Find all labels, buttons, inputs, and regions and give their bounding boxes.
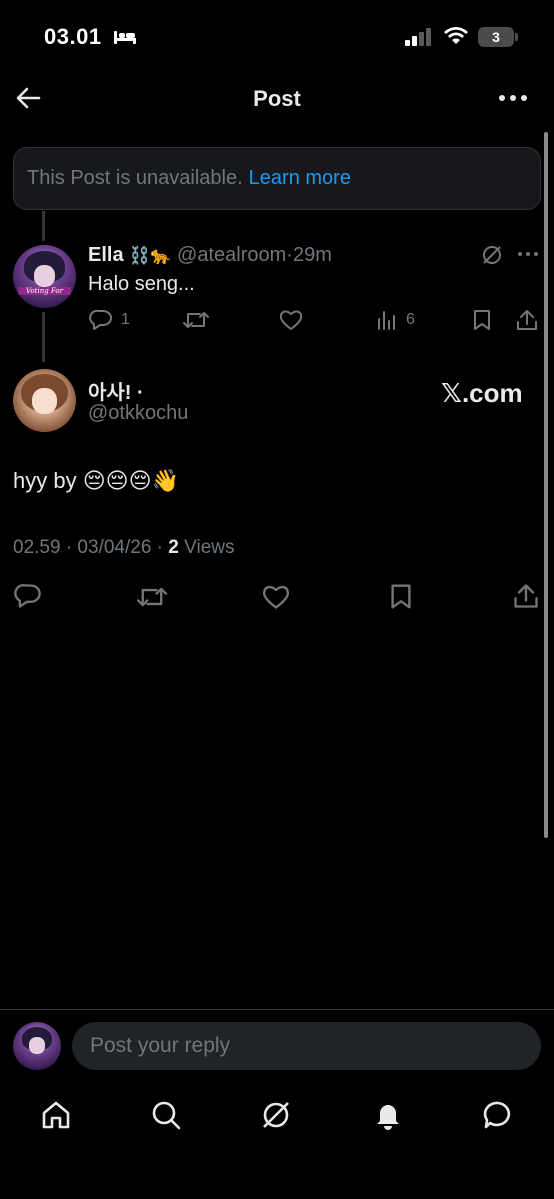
source-label: 𝕏.com (441, 378, 523, 408)
retweet-button[interactable] (183, 309, 209, 331)
search-icon[interactable] (150, 1099, 182, 1131)
learn-more-link[interactable]: Learn more (249, 167, 351, 190)
post-header: Ella ⛓️🐆 @atealroom·29m (88, 244, 332, 267)
post-time[interactable]: 29m (293, 244, 332, 266)
reply-button[interactable]: 1 (89, 309, 130, 331)
author-handle[interactable]: @atealroom (177, 244, 286, 266)
share-icon (514, 584, 538, 608)
views-count: 6 (406, 311, 415, 328)
author-handle[interactable]: @otkkochu (88, 402, 188, 425)
heart-icon (262, 585, 290, 609)
thread-line (42, 211, 45, 241)
battery-cap (515, 33, 518, 41)
thread-line (42, 312, 45, 362)
reply-button[interactable] (14, 583, 42, 609)
share-button[interactable] (515, 308, 539, 332)
grok-icon[interactable] (260, 1099, 292, 1131)
views-label[interactable]: Views (179, 537, 234, 558)
wifi-icon (443, 26, 469, 46)
reply-icon (14, 584, 41, 608)
battery-indicator: 3 (478, 27, 514, 47)
page-title: Post (253, 86, 301, 111)
avatar[interactable] (13, 369, 76, 432)
author-name[interactable]: 아사! · (88, 376, 144, 405)
avatar-badge-text: Voting For (18, 286, 71, 296)
sleep-focus-icon (113, 29, 137, 45)
bookmark-icon (391, 584, 411, 609)
bell-icon[interactable] (372, 1099, 404, 1131)
retweet-button[interactable] (137, 584, 167, 610)
post-unavailable-notice: This Post is unavailable. Learn more (13, 147, 541, 210)
divider (0, 1009, 554, 1010)
like-button[interactable] (279, 309, 303, 331)
avatar (13, 1022, 61, 1070)
grok-icon[interactable] (481, 244, 503, 266)
share-button[interactable] (512, 582, 540, 610)
views-icon (378, 311, 395, 330)
retweet-icon (183, 312, 209, 328)
post-meta: 02.59 · 03/04/26 · 2 Views (13, 537, 234, 559)
retweet-icon (137, 587, 167, 607)
more-horizontal-icon[interactable] (498, 88, 528, 108)
cellular-signal-icon (405, 28, 433, 46)
home-icon[interactable] (40, 1099, 72, 1131)
like-button[interactable] (262, 584, 290, 610)
bookmark-icon (474, 310, 490, 330)
views-button[interactable]: 6 (376, 309, 415, 331)
reply-icon (89, 309, 112, 330)
reply-count: 1 (121, 311, 130, 328)
scrollbar[interactable] (544, 132, 548, 838)
separator: · (286, 244, 293, 266)
post-timestamp: 02.59 · 03/04/26 · (13, 537, 169, 558)
post-text: hyy by 😔😔😔👋 (13, 468, 179, 493)
heart-icon (279, 310, 303, 330)
notice-text: This Post is unavailable. (27, 167, 243, 189)
bookmark-button[interactable] (389, 583, 413, 610)
author-name[interactable]: Ella (88, 244, 124, 266)
more-horizontal-icon[interactable] (517, 250, 539, 258)
bookmark-button[interactable] (472, 309, 492, 331)
messages-icon[interactable] (482, 1099, 514, 1131)
reply-input[interactable]: Post your reply (72, 1022, 541, 1070)
avatar[interactable]: Voting For (13, 245, 76, 308)
views-count[interactable]: 2 (168, 537, 179, 558)
post-text: Halo seng... (88, 273, 195, 295)
share-icon (517, 310, 537, 330)
author-badge-emoji: ⛓️🐆 (129, 246, 172, 265)
status-time: 03.01 (44, 24, 102, 49)
